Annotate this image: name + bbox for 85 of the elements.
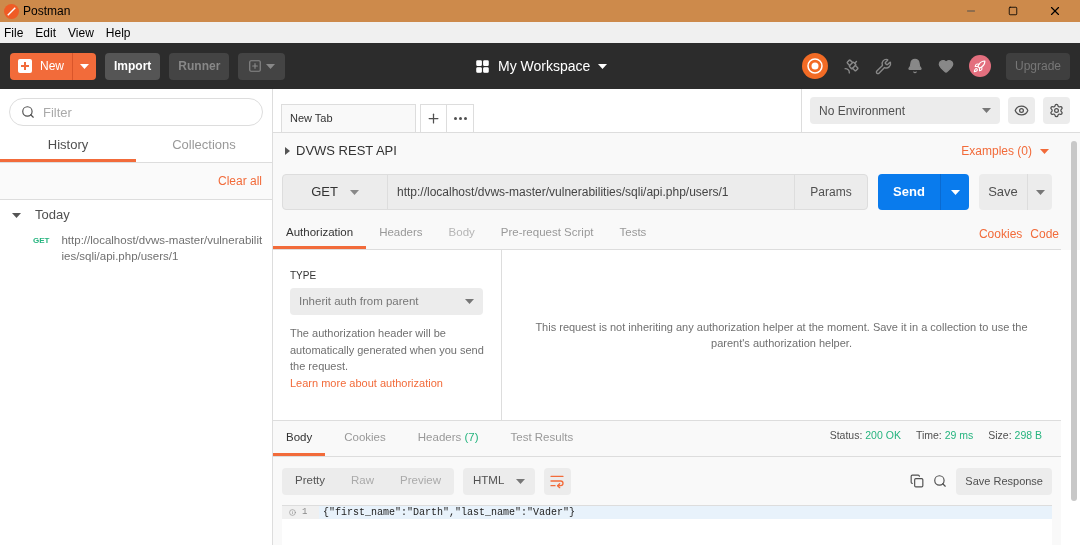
menu-item[interactable]: Edit bbox=[35, 23, 57, 42]
type-label: TYPE bbox=[290, 269, 318, 284]
caret-icon bbox=[349, 189, 359, 195]
header-link[interactable]: Cookies bbox=[978, 225, 1023, 244]
params-button[interactable]: Params bbox=[794, 175, 867, 210]
menu-item[interactable]: Help bbox=[105, 23, 131, 42]
request-name: DVWS REST API bbox=[296, 142, 397, 161]
save-response-button[interactable]: Save Response bbox=[956, 467, 1052, 495]
menu-item[interactable]: View bbox=[68, 23, 94, 42]
maximize-icon bbox=[1008, 6, 1018, 16]
history-group-label: Today bbox=[35, 206, 70, 225]
rocket-icon[interactable] bbox=[968, 55, 991, 77]
request-section-tab[interactable]: Headers bbox=[366, 219, 436, 250]
settings-button[interactable] bbox=[1043, 97, 1070, 125]
request-section-tab[interactable]: Pre-request Script bbox=[487, 219, 607, 250]
auth-description: The authorization header will be automatically generated when you send the request. Learn more about authorization bbox=[290, 326, 484, 391]
send-button[interactable]: Send bbox=[878, 174, 969, 211]
request-section-tab[interactable]: Tests bbox=[606, 219, 660, 250]
auth-type-dropdown[interactable]: Inherit auth from parent bbox=[290, 288, 483, 316]
learn-more-link[interactable]: Learn more about authorization bbox=[290, 376, 443, 389]
filter-field[interactable]: Filter bbox=[9, 98, 263, 126]
history-item[interactable]: GET http://localhost/dvws-master/vulnerabilities/sqli/api.php/users/1 bbox=[0, 230, 272, 266]
eye-button[interactable] bbox=[1008, 97, 1035, 125]
response-tab[interactable]: Cookies bbox=[331, 422, 399, 456]
search-icon bbox=[21, 105, 35, 119]
caret-icon bbox=[950, 189, 960, 195]
response-tab[interactable]: Test Results bbox=[497, 422, 587, 456]
caret-icon bbox=[1035, 189, 1045, 195]
menu-item[interactable]: File bbox=[4, 23, 24, 42]
response-stat: Size: 298 B bbox=[988, 428, 1042, 444]
code-line: {"first_name":"Darth","last_name":"Vader"} bbox=[322, 506, 576, 519]
sidebar-tab[interactable]: Collections bbox=[136, 130, 272, 162]
caret-icon bbox=[515, 478, 525, 484]
runner-button[interactable]: Runner bbox=[169, 52, 230, 80]
app-logo-icon bbox=[4, 3, 19, 19]
plus-square-icon bbox=[248, 59, 263, 73]
grid-icon bbox=[475, 59, 490, 74]
new-window-button[interactable] bbox=[238, 52, 286, 80]
new-button[interactable]: New bbox=[10, 52, 96, 80]
caret-icon bbox=[266, 63, 276, 69]
header-link[interactable]: Code bbox=[1030, 225, 1059, 244]
search-icon[interactable] bbox=[933, 474, 948, 488]
settings-icon bbox=[1049, 103, 1064, 119]
info-icon bbox=[289, 509, 296, 516]
examples-dropdown[interactable]: Examples (0) bbox=[961, 142, 1049, 161]
response-stat: Time: 29 ms bbox=[915, 428, 974, 444]
view-mode-tab[interactable]: Pretty bbox=[282, 467, 339, 495]
caret-icon bbox=[598, 64, 608, 69]
line-number: 1 bbox=[282, 506, 319, 519]
auth-message: This request is not inheriting any authorization helper at the moment. Save it in a collection to use the parent's authorization helper. bbox=[534, 319, 1029, 352]
wrap-button[interactable] bbox=[543, 467, 571, 495]
response-tab[interactable]: Headers (7) bbox=[404, 422, 492, 456]
sync-icon[interactable] bbox=[801, 53, 828, 79]
response-tab[interactable]: Body bbox=[273, 422, 326, 456]
workspace-dropdown[interactable]: My Workspace bbox=[498, 56, 608, 77]
caret-icon bbox=[982, 108, 991, 114]
format-dropdown[interactable]: HTML bbox=[462, 467, 535, 495]
heart-icon[interactable] bbox=[937, 58, 954, 74]
more-icon bbox=[453, 117, 467, 121]
url-bar[interactable]: GET http://localhost/dvws-master/vulnerabilities/sqli/api.php/users/1 Params bbox=[282, 174, 868, 211]
environment-dropdown[interactable]: No Environment bbox=[810, 97, 1000, 125]
response-stat: Status: 200 OK bbox=[829, 428, 901, 444]
caret-icon bbox=[1040, 148, 1049, 154]
add-tab-button[interactable] bbox=[420, 104, 447, 133]
new-label: New bbox=[40, 58, 64, 75]
window-title: Postman bbox=[23, 3, 71, 20]
eye-icon bbox=[1014, 103, 1029, 119]
method-tag: GET bbox=[33, 232, 50, 264]
expand-caret-icon[interactable] bbox=[12, 210, 21, 220]
wrench-icon[interactable] bbox=[874, 57, 892, 75]
caret-icon bbox=[465, 299, 474, 305]
bell-icon[interactable] bbox=[906, 58, 923, 74]
import-button[interactable]: Import bbox=[105, 52, 161, 80]
copy-icon[interactable] bbox=[910, 474, 925, 488]
plus-icon bbox=[426, 111, 441, 127]
save-button[interactable]: Save bbox=[979, 174, 1052, 211]
collapse-caret-icon[interactable] bbox=[285, 147, 290, 156]
satellite-icon[interactable] bbox=[842, 57, 860, 75]
close-icon bbox=[1048, 4, 1062, 18]
plus-square-icon bbox=[18, 59, 32, 73]
history-url: http://localhost/dvws-master/vulnerabilities/sqli/api.php/users/1 bbox=[61, 233, 264, 264]
caret-icon bbox=[80, 63, 89, 69]
clear-all-link[interactable]: Clear all bbox=[218, 172, 262, 190]
wrap-icon bbox=[549, 473, 566, 489]
request-tab[interactable]: New Tab bbox=[281, 104, 416, 133]
